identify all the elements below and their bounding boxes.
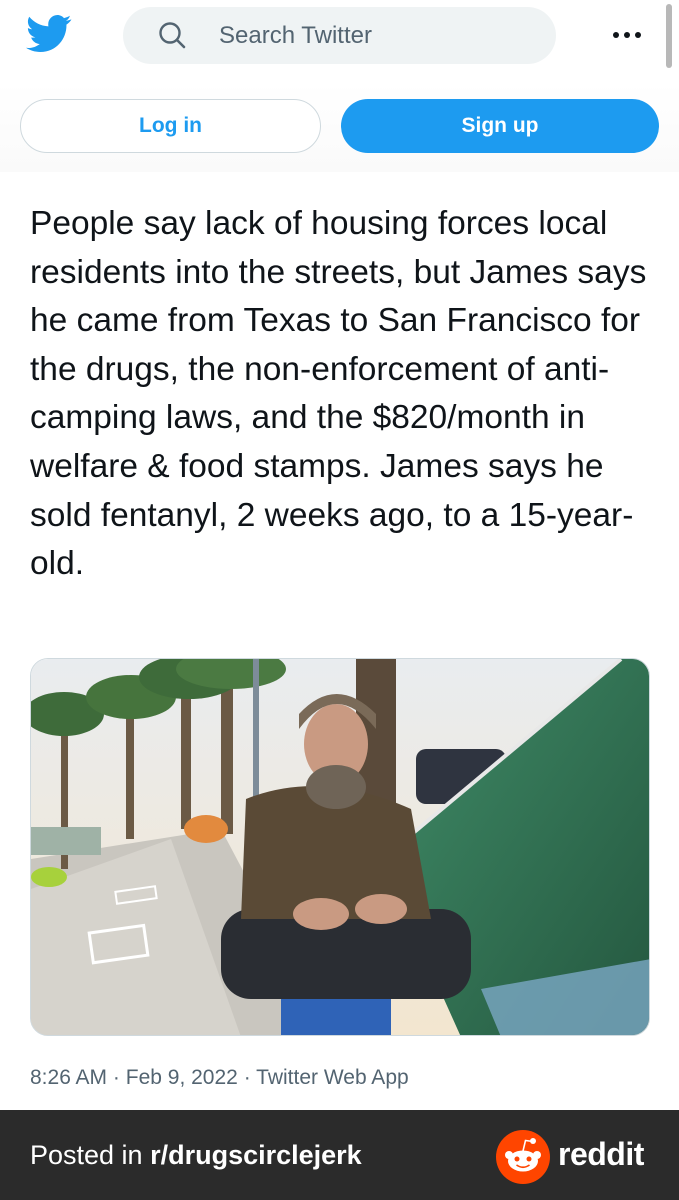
tweet-source[interactable]: Twitter Web App <box>256 1066 409 1089</box>
tweet-date[interactable]: Feb 9, 2022 <box>126 1066 238 1089</box>
reddit-wordmark: reddit <box>558 1136 644 1172</box>
signup-button[interactable]: Sign up <box>341 99 659 153</box>
login-button[interactable]: Log in <box>20 99 321 153</box>
posted-prefix: Posted in <box>30 1140 151 1170</box>
scrollbar[interactable] <box>666 4 672 68</box>
search-icon <box>159 22 186 49</box>
posted-in-text: Posted in r/drugscirclejerk <box>30 1140 362 1171</box>
subreddit-link[interactable]: r/drugscirclejerk <box>150 1140 362 1170</box>
photo-illustration <box>31 659 649 1035</box>
top-bar: Search Twitter <box>0 0 679 76</box>
reddit-footer: Posted in r/drugscirclejerk reddit <box>0 1110 679 1200</box>
more-dots-icon[interactable] <box>610 20 644 50</box>
tweet-photo[interactable] <box>30 658 650 1036</box>
tweet-time: 8:26 AM <box>30 1066 108 1089</box>
search-bar[interactable]: Search Twitter <box>123 7 556 64</box>
meta-separator: · <box>112 1066 120 1089</box>
reddit-snoo-icon <box>496 1130 550 1184</box>
tweet-meta: 8:26 AM · Feb 9, 2022 · Twitter Web App <box>30 1066 409 1090</box>
auth-bar: Log in Sign up <box>0 82 679 172</box>
tweet-text: People say lack of housing forces local … <box>30 205 647 583</box>
meta-separator: · <box>243 1066 251 1089</box>
search-input[interactable]: Search Twitter <box>219 22 372 50</box>
twitter-bird-icon[interactable] <box>26 14 72 54</box>
